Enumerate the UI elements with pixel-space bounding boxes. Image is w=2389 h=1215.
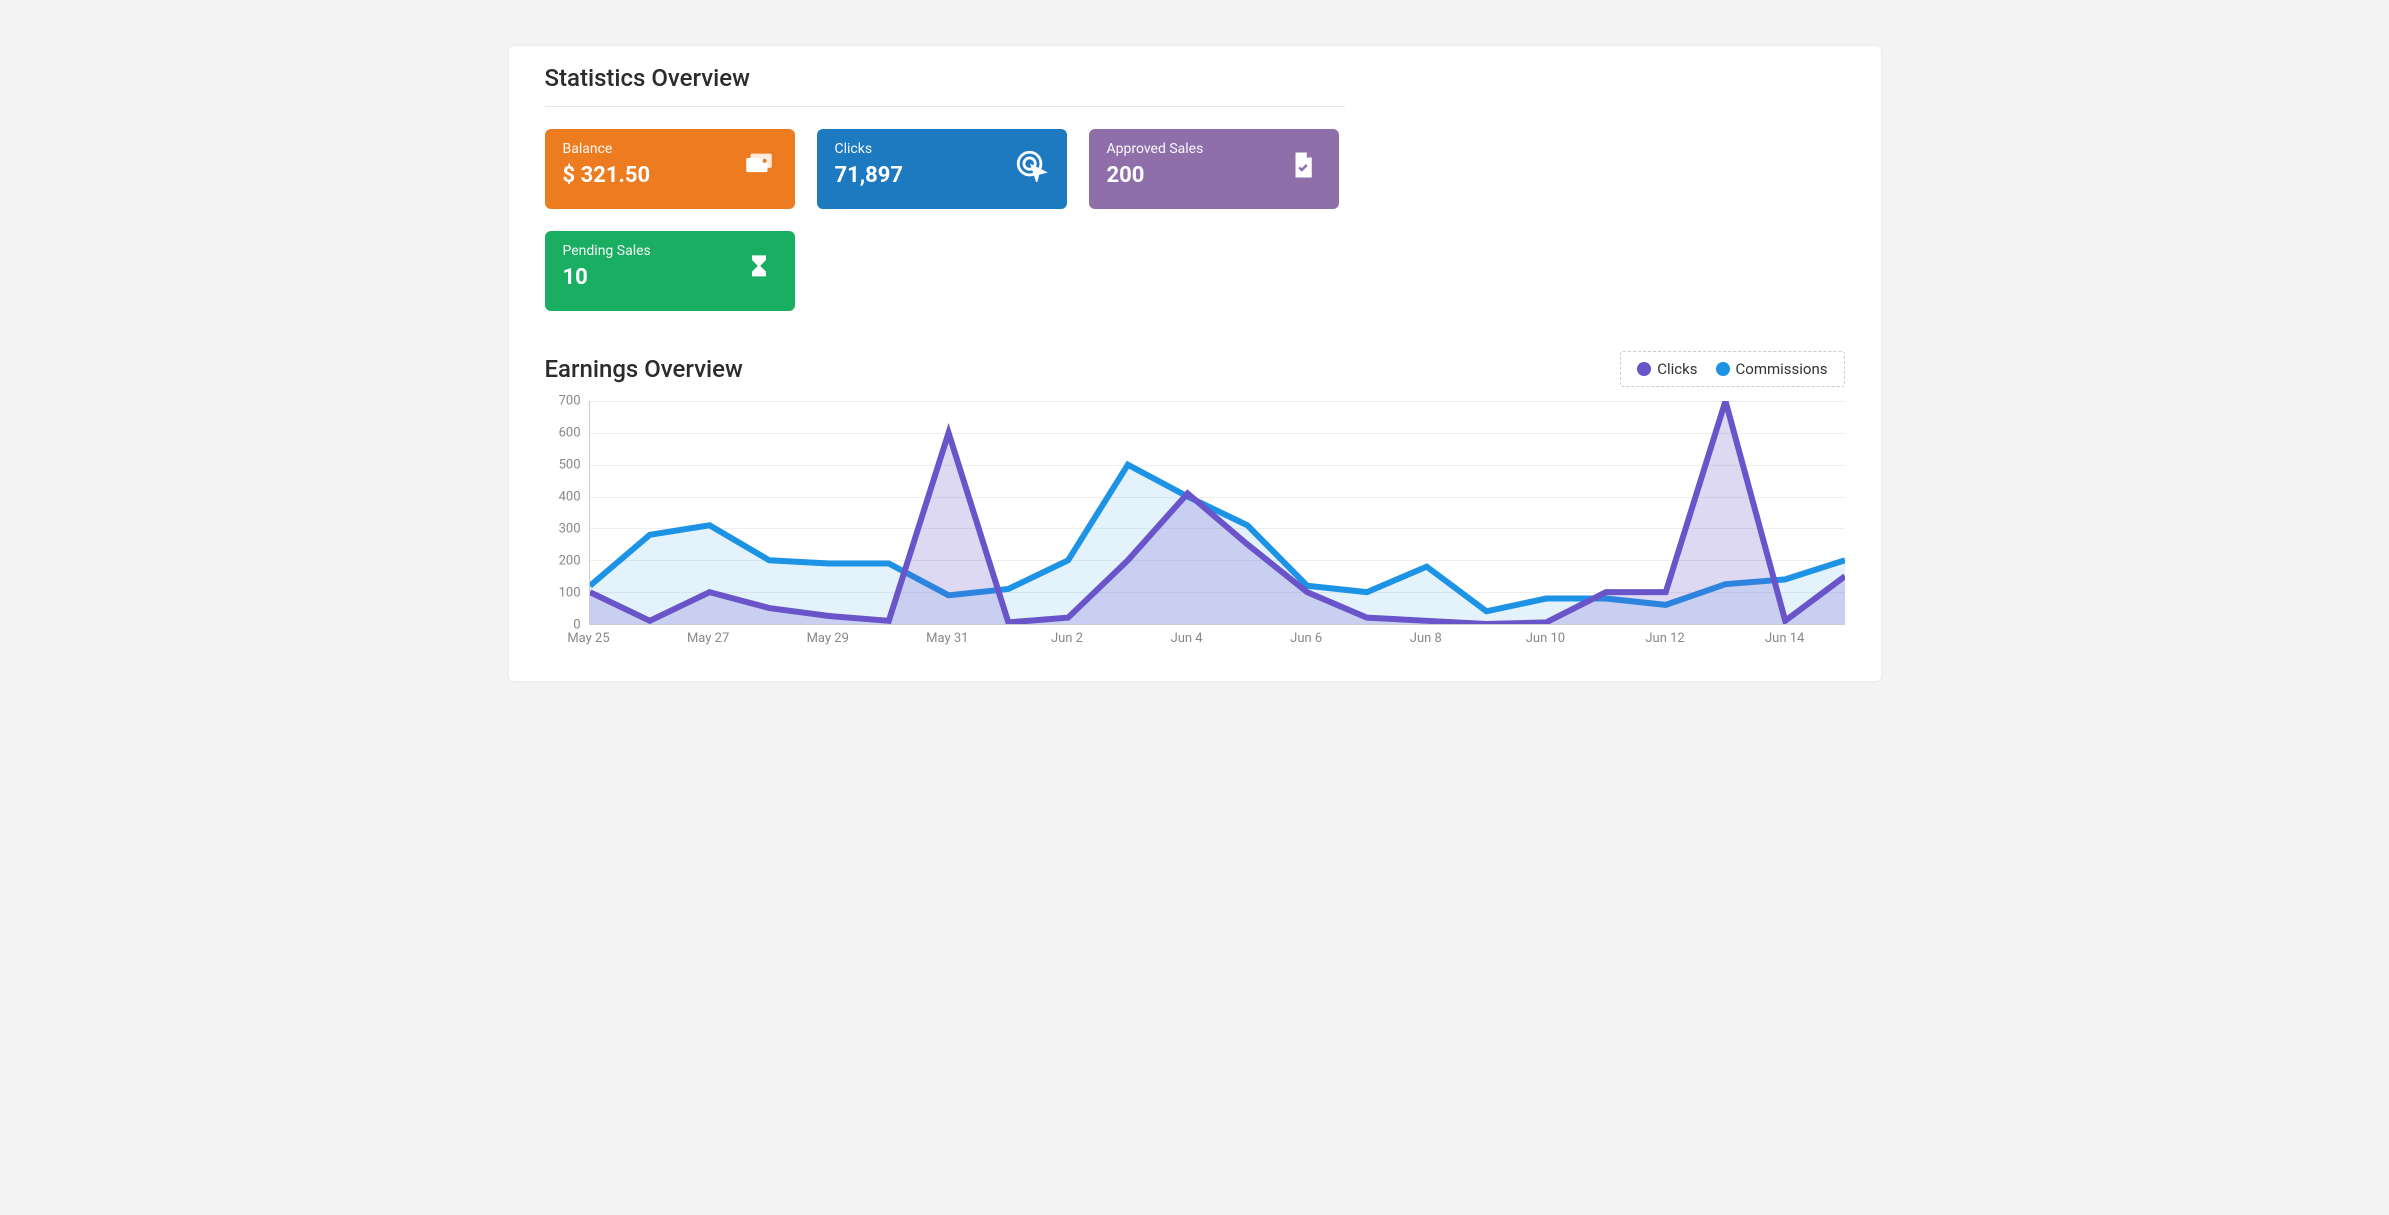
stat-value: $ 321.50 (563, 163, 651, 188)
legend-label: Commissions (1736, 360, 1828, 378)
stat-card-clicks[interactable]: Clicks 71,897 (817, 129, 1067, 209)
stat-value: 200 (1107, 163, 1204, 188)
stat-card-approved[interactable]: Approved Sales 200 (1089, 129, 1339, 209)
dashboard-panel: Statistics Overview Balance $ 321.50 Cli… (508, 45, 1882, 682)
legend-item-commissions[interactable]: Commissions (1716, 360, 1828, 378)
stat-label: Clicks (835, 141, 904, 157)
click-target-icon (1013, 147, 1049, 183)
file-check-icon (1285, 147, 1321, 183)
stat-label: Approved Sales (1107, 141, 1204, 157)
chart-y-axis: 0100200300400500600700 (545, 401, 587, 625)
chart-plot-area (589, 401, 1845, 625)
stat-card-balance[interactable]: Balance $ 321.50 (545, 129, 795, 209)
earnings-title: Earnings Overview (545, 355, 743, 383)
wallet-icon (741, 147, 777, 183)
stat-cards: Balance $ 321.50 Clicks 71,897 (545, 129, 1345, 311)
stat-value: 10 (563, 265, 651, 290)
stat-card-pending[interactable]: Pending Sales 10 (545, 231, 795, 311)
chart-x-axis: May 25May 27May 29May 31Jun 2Jun 4Jun 6J… (589, 625, 1845, 651)
stat-label: Balance (563, 141, 651, 157)
earnings-chart: 0100200300400500600700 May 25May 27May 2… (545, 401, 1845, 651)
stat-value: 71,897 (835, 163, 904, 188)
legend-dot-icon (1716, 362, 1730, 376)
legend-item-clicks[interactable]: Clicks (1637, 360, 1697, 378)
legend-dot-icon (1637, 362, 1651, 376)
stats-title: Statistics Overview (545, 64, 1345, 92)
legend-label: Clicks (1657, 360, 1697, 378)
chart-legend: Clicks Commissions (1620, 351, 1844, 387)
chart-svg (590, 401, 1845, 624)
stat-label: Pending Sales (563, 243, 651, 259)
divider (545, 106, 1345, 107)
hourglass-icon (741, 249, 777, 285)
